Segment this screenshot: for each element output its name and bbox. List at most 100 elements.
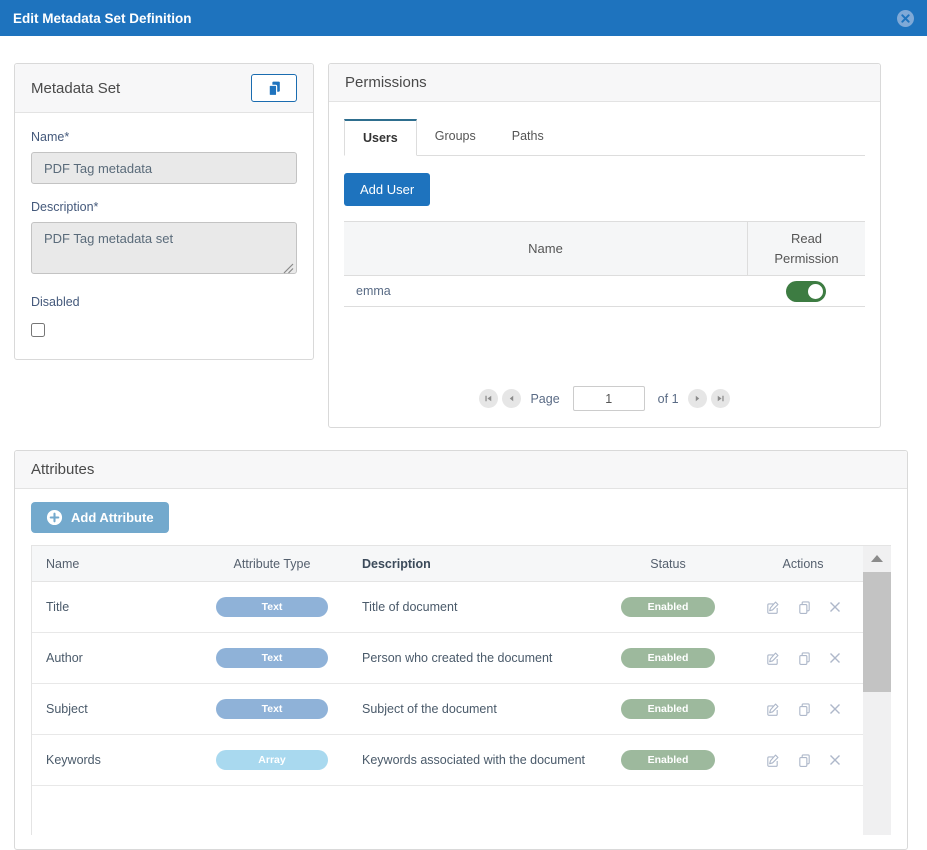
- copy-button[interactable]: [797, 753, 812, 768]
- delete-button[interactable]: [829, 651, 841, 666]
- delete-button[interactable]: [829, 600, 841, 615]
- attribute-description: Person who created the document: [362, 651, 553, 665]
- attributes-panel-header: Attributes: [15, 451, 907, 489]
- description-field[interactable]: [31, 222, 297, 274]
- permissions-tabs: Users Groups Paths: [344, 118, 865, 156]
- delete-button[interactable]: [829, 702, 841, 717]
- tab-paths[interactable]: Paths: [494, 119, 562, 156]
- attribute-name: Subject: [46, 702, 88, 716]
- attribute-name: Keywords: [46, 753, 101, 767]
- next-page-icon: [695, 395, 699, 402]
- column-status: Status: [650, 556, 686, 571]
- column-description: Description: [362, 556, 431, 571]
- delete-button[interactable]: [829, 753, 841, 768]
- tab-groups[interactable]: Groups: [417, 119, 494, 156]
- attributes-title: Attributes: [31, 461, 95, 478]
- delete-icon: [830, 653, 840, 663]
- users-table: Name Read Permission emma: [344, 221, 865, 307]
- last-page-button[interactable]: [710, 389, 730, 408]
- copy-button[interactable]: [797, 600, 812, 615]
- table-scrollbar[interactable]: [863, 546, 891, 835]
- previous-page-icon: [510, 395, 514, 402]
- table-row: Author Text Person who created the docum…: [32, 633, 863, 684]
- close-icon: [901, 13, 910, 23]
- users-column-name: Name: [528, 241, 563, 256]
- copy-icon: [799, 702, 810, 716]
- first-page-icon: [485, 395, 492, 402]
- attributes-table: Name Attribute Type Description Status A…: [31, 545, 891, 835]
- pagination: Page of 1: [329, 386, 880, 411]
- scrollbar-thumb[interactable]: [863, 572, 891, 692]
- edit-icon: [767, 601, 779, 614]
- attributes-table-header: Name Attribute Type Description Status A…: [32, 546, 863, 582]
- users-table-header: Name Read Permission: [344, 222, 865, 276]
- permissions-title: Permissions: [345, 74, 427, 91]
- attributes-panel: Attributes Add Attribute Name Attribute …: [14, 450, 908, 850]
- disabled-checkbox[interactable]: [31, 323, 45, 337]
- copy-button[interactable]: [797, 651, 812, 666]
- copy-icon: [799, 600, 810, 614]
- page-label: Page: [530, 391, 560, 406]
- edit-icon: [767, 754, 779, 767]
- attribute-name: Author: [46, 651, 83, 665]
- close-button[interactable]: [897, 9, 914, 27]
- edit-icon: [767, 703, 779, 716]
- table-row: Subject Text Subject of the document Ena…: [32, 684, 863, 735]
- add-attribute-button[interactable]: Add Attribute: [31, 502, 169, 533]
- permissions-panel: Permissions Users Groups Paths Add User …: [328, 63, 881, 428]
- attribute-description: Title of document: [362, 600, 458, 614]
- add-user-button[interactable]: Add User: [344, 173, 431, 206]
- attribute-type-badge: Text: [216, 648, 328, 668]
- status-badge: Enabled: [621, 750, 715, 770]
- status-badge: Enabled: [621, 597, 715, 617]
- page-of-label: of 1: [657, 391, 679, 406]
- previous-page-button[interactable]: [502, 389, 522, 408]
- edit-button[interactable]: [765, 651, 780, 666]
- first-page-button[interactable]: [479, 389, 499, 408]
- resize-handle-icon[interactable]: [282, 262, 294, 274]
- table-row: Keywords Array Keywords associated with …: [32, 735, 863, 786]
- copy-button[interactable]: [797, 702, 812, 717]
- metadata-set-panel-header: Metadata Set: [15, 64, 313, 113]
- page-number-input[interactable]: [572, 386, 645, 411]
- edit-icon: [767, 652, 779, 665]
- dialog-titlebar: Edit Metadata Set Definition: [0, 0, 927, 36]
- dialog-title: Edit Metadata Set Definition: [13, 10, 192, 26]
- attribute-type-badge: Array: [216, 750, 328, 770]
- description-label: Description*: [31, 200, 99, 214]
- next-page-button[interactable]: [687, 389, 707, 408]
- read-permission-toggle[interactable]: [786, 280, 826, 302]
- edit-button[interactable]: [765, 753, 780, 768]
- edit-button[interactable]: [765, 702, 780, 717]
- name-field[interactable]: [31, 152, 297, 184]
- metadata-set-panel: Metadata Set Name* Description* Disabled: [14, 63, 314, 360]
- user-name: emma: [356, 284, 391, 298]
- attribute-type-badge: Text: [216, 699, 328, 719]
- status-badge: Enabled: [621, 648, 715, 668]
- scroll-up-icon[interactable]: [871, 555, 883, 562]
- column-attribute-type: Attribute Type: [233, 556, 311, 571]
- add-attribute-label: Add Attribute: [71, 510, 154, 525]
- table-row: Title Text Title of document Enabled: [32, 582, 863, 633]
- attribute-name: Title: [46, 600, 70, 614]
- plus-circle-icon: [46, 509, 63, 526]
- copy-icon: [268, 81, 280, 96]
- attribute-description: Keywords associated with the document: [362, 753, 586, 767]
- duplicate-metadata-set-button[interactable]: [251, 74, 297, 102]
- edit-button[interactable]: [765, 600, 780, 615]
- tab-users[interactable]: Users: [344, 119, 417, 156]
- column-name: Name: [46, 556, 80, 571]
- disabled-label: Disabled: [31, 295, 80, 309]
- column-actions: Actions: [782, 556, 824, 571]
- status-badge: Enabled: [621, 699, 715, 719]
- last-page-icon: [717, 395, 724, 402]
- permissions-panel-header: Permissions: [329, 64, 880, 102]
- delete-icon: [830, 602, 840, 612]
- copy-icon: [799, 753, 810, 767]
- delete-icon: [830, 704, 840, 714]
- attribute-description: Subject of the document: [362, 702, 497, 716]
- table-row: emma: [344, 276, 865, 307]
- users-column-read-permission: Read Permission: [747, 222, 865, 275]
- copy-icon: [799, 651, 810, 665]
- toggle-knob: [808, 283, 823, 299]
